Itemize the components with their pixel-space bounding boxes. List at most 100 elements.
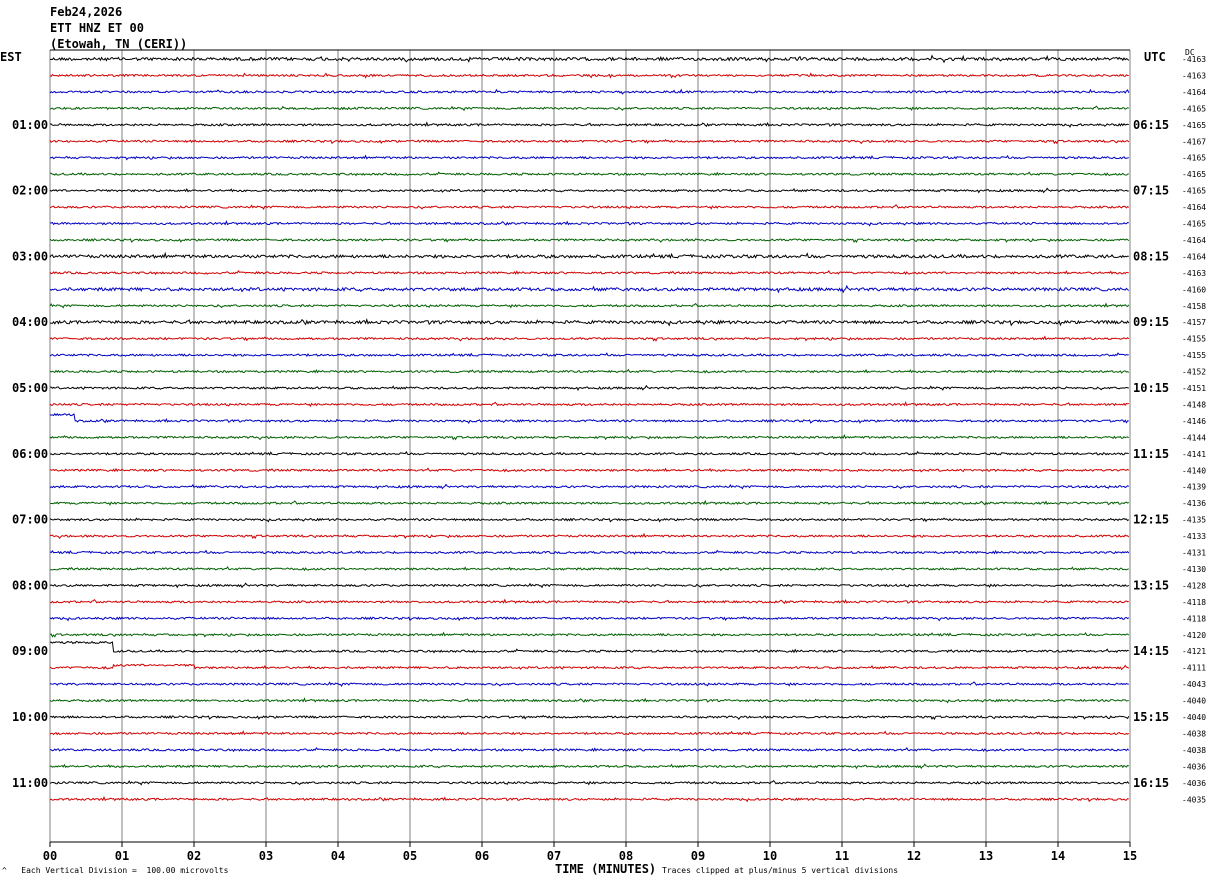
trace-row	[49, 284, 1130, 294]
est-timezone-label: EST	[0, 50, 22, 64]
dc-offset-label: -4155	[1182, 351, 1206, 360]
seismic-traces	[49, 54, 1130, 803]
dc-offset-label: -4040	[1182, 697, 1206, 706]
utc-hour-labels: 06:15 07:15 08:15 09:15 10:15 11:15 12:15 13:15…	[1133, 118, 1169, 790]
trace-row	[49, 582, 1130, 589]
trace-row	[49, 763, 1129, 770]
trace-row	[49, 121, 1129, 128]
trace-row	[49, 204, 1130, 210]
dc-offset-label: -4140	[1182, 466, 1206, 475]
dc-offset-label: -4130	[1182, 565, 1206, 574]
dc-offset-label: -4136	[1182, 499, 1206, 508]
dc-offset-label: -4131	[1182, 549, 1206, 558]
trace-row	[49, 795, 1129, 803]
x-tick-label: 03	[259, 849, 273, 863]
trace-row	[49, 384, 1129, 391]
trace-row	[49, 335, 1130, 342]
trace-row	[49, 450, 1129, 457]
trace-row	[49, 412, 1129, 424]
x-tick-label: 13	[979, 849, 993, 863]
trace-row	[49, 251, 1129, 260]
dc-offset-label: -4038	[1182, 746, 1206, 755]
trace-row	[49, 663, 1130, 671]
trace-row	[49, 517, 1130, 523]
dc-offset-label: -4135	[1182, 516, 1206, 525]
clip-note: Traces clipped at plus/minus 5 vertical …	[662, 866, 899, 875]
trace-row	[49, 72, 1129, 79]
dc-offset-label: -4043	[1182, 680, 1206, 689]
est-hour-label: 02:00	[12, 184, 48, 198]
date-label: Feb24,2026	[50, 5, 123, 19]
vertical-division-text: Each Vertical Division = 100.00 microvol…	[21, 866, 229, 875]
x-tick-label: 04	[331, 849, 345, 863]
dc-offset-label: -4167	[1182, 137, 1206, 146]
utc-hour-label: 07:15	[1133, 184, 1169, 198]
x-tick-label: 02	[187, 849, 201, 863]
dc-offset-label: -4165	[1182, 154, 1206, 163]
trace-row	[49, 467, 1130, 473]
utc-timezone-label: UTC	[1144, 50, 1166, 64]
dc-offset-label: -4158	[1182, 302, 1206, 311]
dc-offset-label: -4035	[1182, 795, 1206, 804]
dc-offset-label: -4121	[1182, 647, 1206, 656]
dc-offset-label: -4146	[1182, 417, 1206, 426]
dc-offset-label: -4160	[1182, 285, 1206, 294]
trace-row	[49, 105, 1129, 112]
dc-offset-label: -4139	[1182, 483, 1206, 492]
helicorder-plot: 01:00 02:00 03:00 04:00 05:00 06:00 07:00 08:00…	[12, 49, 1206, 863]
dc-offset-label: -4165	[1182, 104, 1206, 113]
x-tick-label: 01	[115, 849, 129, 863]
trace-row	[49, 318, 1130, 327]
est-hour-label: 10:00	[12, 710, 48, 724]
est-hour-label: 09:00	[12, 644, 48, 658]
utc-hour-label: 08:15	[1133, 249, 1169, 263]
trace-row	[49, 532, 1130, 540]
dc-offset-label: -4144	[1182, 433, 1206, 442]
utc-hour-label: 16:15	[1133, 776, 1169, 790]
dc-offset-label: -4141	[1182, 450, 1206, 459]
trace-row	[49, 483, 1130, 490]
x-tick-label: 05	[403, 849, 417, 863]
est-hour-label: 06:00	[12, 447, 48, 461]
trace-row	[50, 171, 1129, 177]
est-hour-label: 11:00	[12, 776, 48, 790]
utc-hour-label: 06:15	[1133, 118, 1169, 132]
trace-row	[49, 640, 1129, 654]
utc-hour-label: 11:15	[1133, 447, 1169, 461]
station-label: ETT HNZ ET 00	[50, 21, 144, 35]
trace-row	[50, 220, 1129, 227]
dc-offset-label: -4164	[1182, 252, 1206, 261]
x-axis-ticks: 00 01 02 03 04 05 06 07 08 09 10 11 12 13 14 15	[43, 842, 1137, 863]
trace-row	[49, 499, 1130, 506]
trace-row	[49, 139, 1130, 145]
est-hour-labels: 01:00 02:00 03:00 04:00 05:00 06:00 07:00 08:00…	[12, 118, 48, 790]
dc-offset-label: -4165	[1182, 220, 1206, 229]
dc-offset-label: -4155	[1182, 335, 1206, 344]
trace-row	[49, 88, 1130, 95]
dc-offset-label: -4036	[1182, 762, 1206, 771]
dc-offset-label: -4165	[1182, 187, 1206, 196]
utc-hour-label: 09:15	[1133, 315, 1169, 329]
trace-row	[49, 616, 1130, 622]
dc-offset-labels: -4163 -4163 -4164 -4165 -4165 -4167 -4165 -4165…	[1182, 55, 1206, 804]
dc-offset-label: -4128	[1182, 581, 1206, 590]
est-hour-label: 01:00	[12, 118, 48, 132]
footer-mark: ^	[2, 866, 7, 875]
dc-offset-label: -4164	[1182, 88, 1206, 97]
trace-row	[49, 302, 1130, 309]
x-tick-label: 11	[835, 849, 849, 863]
trace-row	[49, 681, 1129, 687]
x-tick-label: 06	[475, 849, 489, 863]
vertical-division-note: ^ Each Vertical Division = 100.00 microv…	[2, 866, 228, 875]
x-tick-label: 14	[1051, 849, 1065, 863]
trace-row	[49, 154, 1129, 161]
utc-hour-label: 12:15	[1133, 513, 1169, 527]
trace-row	[49, 54, 1130, 64]
utc-hour-label: 15:15	[1133, 710, 1169, 724]
x-tick-label: 09	[691, 849, 705, 863]
dc-offset-label: -4164	[1182, 236, 1206, 245]
utc-hour-label: 13:15	[1133, 578, 1169, 592]
plot-header: Feb24,2026 ETT HNZ ET 00 (Etowah, TN (CE…	[50, 4, 187, 52]
trace-row	[49, 779, 1130, 786]
dc-offset-label: -4151	[1182, 384, 1206, 393]
